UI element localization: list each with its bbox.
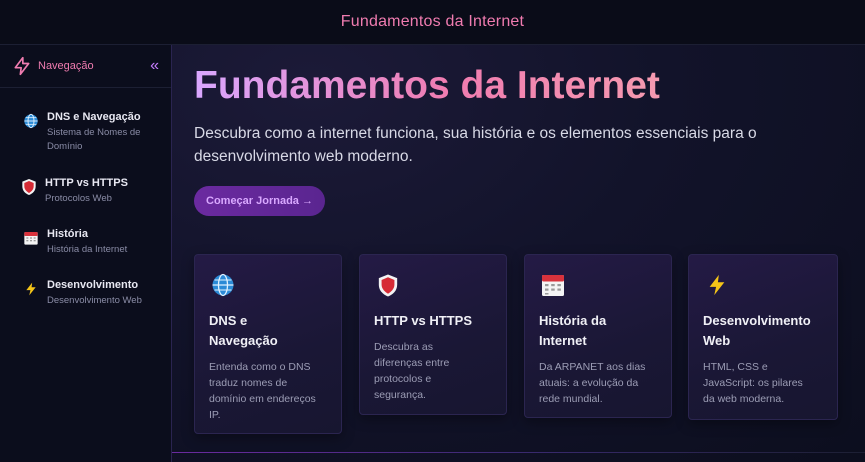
globe-icon	[209, 271, 237, 299]
lightning-icon	[21, 279, 41, 299]
sidebar-item-http[interactable]: HTTP vs HTTPS Protocolos Web	[19, 177, 190, 206]
sidebar-title: Navegação	[38, 60, 94, 72]
card-title: HTTP vs HTTPS	[374, 313, 473, 328]
bottom-divider	[172, 452, 865, 453]
card-description: Entenda como o DNS traduz nomes de domín…	[209, 361, 316, 421]
main-content: Fundamentos da Internet Descubra como a …	[172, 45, 865, 462]
sidebar-item-subtitle: Desenvolvimento Web	[47, 295, 142, 306]
start-journey-button[interactable]: Começar Jornada →	[194, 186, 325, 216]
card-dns[interactable]: DNS e Navegação Entenda como o DNS tradu…	[194, 254, 342, 434]
calendar-icon	[539, 271, 567, 299]
card-title: História da Internet	[539, 313, 607, 348]
hero-title: Fundamentos da Internet	[194, 64, 660, 107]
lightning-icon	[703, 271, 731, 299]
sidebar-item-subtitle: Sistema de Nomes de Domínio	[47, 127, 141, 152]
sidebar-header: Navegação «	[0, 45, 171, 88]
sidebar-item-title: História	[47, 228, 88, 240]
hero-description: Descubra como a internet funciona, sua h…	[194, 125, 757, 165]
sidebar-item-desenvolvimento[interactable]: Desenvolvimento Desenvolvimento Web	[21, 279, 192, 308]
sidebar-item-title: DNS e Navegação	[47, 111, 141, 123]
app-title: Fundamentos da Internet	[340, 13, 525, 30]
calendar-icon	[21, 228, 41, 248]
card-historia[interactable]: História da Internet Da ARPANET aos dias…	[524, 254, 672, 418]
chevrons-left-icon: «	[150, 57, 159, 74]
card-title: Desenvolvimento Web	[703, 313, 811, 348]
collapse-sidebar-button[interactable]: «	[150, 57, 159, 75]
card-desenvolvimento[interactable]: Desenvolvimento Web HTML, CSS e JavaScri…	[688, 254, 838, 420]
top-bar: Fundamentos da Internet	[0, 0, 865, 45]
sidebar-item-subtitle: Protocolos Web	[45, 193, 112, 204]
sidebar-item-historia[interactable]: História História da Internet	[21, 228, 192, 257]
shield-icon	[19, 177, 39, 197]
card-http[interactable]: HTTP vs HTTPS Descubra as diferenças ent…	[359, 254, 507, 415]
sidebar: Navegação « DNS e Navegação Sistema de N…	[0, 45, 172, 462]
card-description: Descubra as diferenças entre protocolos …	[374, 341, 450, 401]
sidebar-item-subtitle: História da Internet	[47, 244, 128, 255]
card-description: Da ARPANET aos dias atuais: a evolução d…	[539, 361, 646, 405]
shield-icon	[374, 271, 402, 299]
sidebar-item-dns[interactable]: DNS e Navegação Sistema de Nomes de Domí…	[21, 111, 192, 154]
card-title: DNS e Navegação	[209, 313, 278, 348]
sidebar-item-title: HTTP vs HTTPS	[45, 177, 128, 189]
globe-icon	[21, 111, 41, 131]
card-description: HTML, CSS e JavaScript: os pilares da we…	[703, 361, 803, 405]
lightning-icon	[14, 56, 30, 76]
sidebar-item-title: Desenvolvimento	[47, 279, 139, 291]
